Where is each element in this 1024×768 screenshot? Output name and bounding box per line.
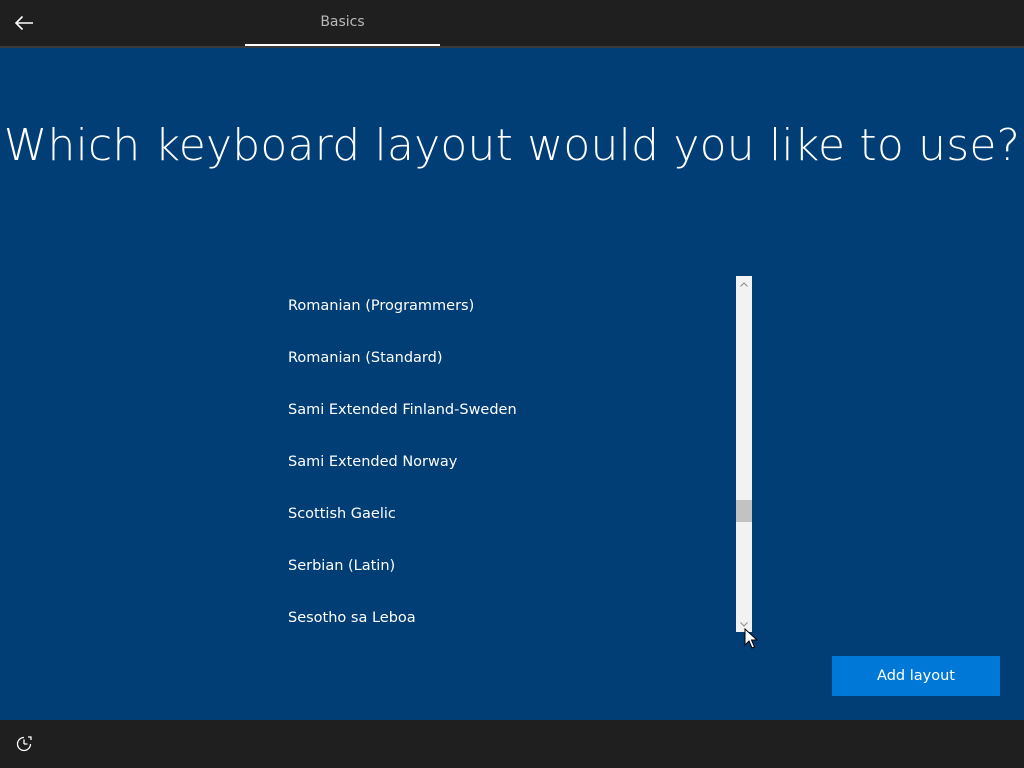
- list-item[interactable]: Romanian (Programmers): [272, 280, 734, 332]
- keyboard-layout-list-container: Romanian (Programmers) Romanian (Standar…: [272, 276, 752, 632]
- top-bar: Basics: [0, 0, 1024, 47]
- scrollbar-thumb[interactable]: [736, 500, 752, 522]
- list-item[interactable]: Romanian (Standard): [272, 332, 734, 384]
- ease-of-access-icon: [16, 736, 32, 752]
- list-item[interactable]: Serbian (Latin): [272, 540, 734, 592]
- add-layout-button[interactable]: Add layout: [832, 656, 1000, 696]
- page-title: Which keyboard layout would you like to …: [3, 120, 1021, 171]
- ease-of-access-button[interactable]: [12, 732, 36, 756]
- arrow-left-icon: [14, 15, 33, 31]
- list-item[interactable]: Scottish Gaelic: [272, 488, 734, 540]
- list-item[interactable]: Sesotho sa Leboa: [272, 592, 734, 632]
- mouse-cursor-icon: [744, 628, 758, 649]
- scrollbar[interactable]: [736, 276, 752, 632]
- chevron-up-icon: [740, 281, 748, 287]
- chevron-down-icon: [740, 621, 748, 627]
- keyboard-layout-list[interactable]: Romanian (Programmers) Romanian (Standar…: [272, 276, 734, 632]
- list-item[interactable]: Sami Extended Norway: [272, 436, 734, 488]
- back-button[interactable]: [8, 7, 40, 39]
- list-item[interactable]: Sami Extended Finland-Sweden: [272, 384, 734, 436]
- scroll-up-button[interactable]: [736, 276, 752, 292]
- bottom-bar: [0, 720, 1024, 768]
- tab-basics[interactable]: Basics: [245, 0, 440, 46]
- top-divider: [0, 46, 1024, 48]
